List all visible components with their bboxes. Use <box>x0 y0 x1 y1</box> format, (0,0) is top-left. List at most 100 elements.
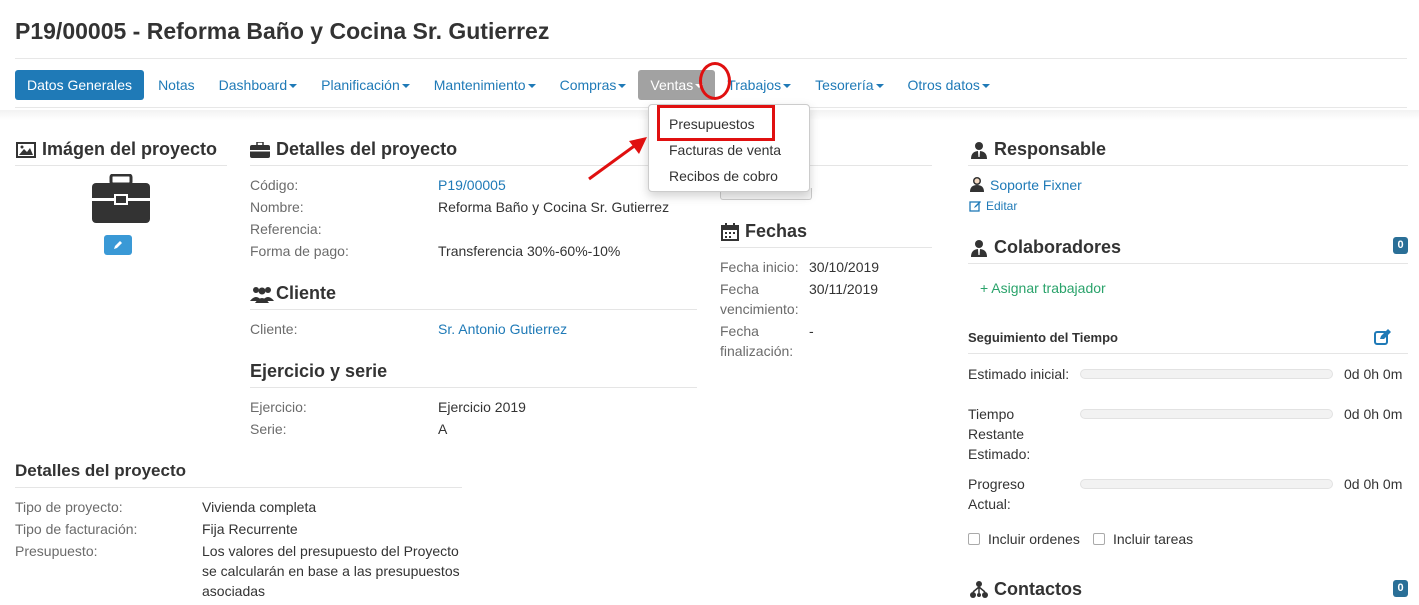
section-heading-fechas: Fechas <box>721 221 807 242</box>
fecha-finalizacion-label: finalización: <box>720 343 794 359</box>
fecha-inicio-value: 30/10/2019 <box>809 259 880 275</box>
restante-value: 0d 0h 0m <box>1344 406 1403 422</box>
nombre-label: Nombre: <box>250 199 304 215</box>
serie-label: Serie: <box>250 421 287 437</box>
tab-label: Notas <box>158 77 195 93</box>
divider <box>250 387 697 388</box>
divider <box>15 58 1407 59</box>
arrow-annotation-icon <box>588 137 647 181</box>
tab-compras[interactable]: Compras <box>548 70 639 100</box>
colaboradores-count-badge: 0 <box>1393 237 1408 254</box>
restante-bar <box>1080 409 1333 419</box>
fecha-vencimiento-value: 30/11/2019 <box>809 281 879 297</box>
progreso-label: Progreso <box>968 476 1025 492</box>
tab-label: Trabajos <box>727 77 782 93</box>
section-heading-detalles-2: Detalles del proyecto <box>15 461 186 481</box>
highlight-circle <box>699 62 731 100</box>
seguimiento-heading: Seguimiento del Tiempo <box>968 330 1119 345</box>
incluir-tareas-checkbox[interactable] <box>1093 533 1105 545</box>
calendar-icon <box>721 222 739 241</box>
responsable-link[interactable]: Soporte Fixner <box>990 177 1082 193</box>
user-tie-icon <box>971 141 987 159</box>
tab-label: Planificación <box>321 77 400 93</box>
cliente-link[interactable]: Sr. Antonio Gutierrez <box>438 321 567 337</box>
tab-label: Datos Generales <box>27 77 133 93</box>
estimado-label: Estimado inicial: <box>968 366 1070 382</box>
restante-label: Restante <box>968 426 1025 442</box>
section-title: Responsable <box>994 139 1107 159</box>
referencia-label: Referencia: <box>250 221 322 237</box>
edit-icon <box>969 201 981 212</box>
divider <box>968 263 1408 264</box>
codigo-link[interactable]: P19/00005 <box>438 177 506 193</box>
edit-icon[interactable] <box>1373 328 1393 346</box>
tipo-proyecto-value: Vivienda completa <box>202 499 317 515</box>
project-nav: Datos Generales Notas Dashboard Planific… <box>15 70 1002 100</box>
highlight-box <box>657 105 775 141</box>
section-heading-contactos: Contactos <box>970 579 1082 600</box>
fecha-vencimiento-label: Fecha <box>720 281 759 297</box>
assign-worker-link[interactable]: + Asignar trabajador <box>980 280 1106 296</box>
caret-down-icon <box>783 84 792 89</box>
caret-down-icon <box>401 84 410 89</box>
restante-label: Estimado: <box>968 446 1031 462</box>
contactos-count-badge: 0 <box>1393 580 1408 597</box>
fecha-finalizacion-label: Fecha <box>720 323 759 339</box>
section-title: Cliente <box>276 283 337 303</box>
tab-tesoreria[interactable]: Tesorería <box>803 70 895 100</box>
section-heading-ejercicio: Ejercicio y serie <box>250 361 387 382</box>
pencil-icon <box>114 241 122 249</box>
tab-label: Ventas <box>650 77 694 93</box>
presupuesto-text: se calcularán en base a las presupuestos <box>202 563 460 579</box>
fecha-finalizacion-value: - <box>809 323 814 339</box>
section-heading-responsable: Responsable <box>970 139 1106 160</box>
tab-datos-generales[interactable]: Datos Generales <box>15 70 145 100</box>
incluir-ordenes-checkbox[interactable] <box>968 533 980 545</box>
caret-down-icon <box>875 84 884 89</box>
codigo-label: Código: <box>250 177 299 193</box>
sitemap-icon <box>970 580 988 598</box>
estimado-value: 0d 0h 0m <box>1344 366 1403 382</box>
section-heading-colaboradores: Colaboradores <box>970 237 1121 258</box>
tab-planificacion[interactable]: Planificación <box>309 70 422 100</box>
caret-down-icon <box>527 84 536 89</box>
tab-otros-datos[interactable]: Otros datos <box>896 70 1002 100</box>
edit-image-button[interactable] <box>104 235 132 255</box>
progreso-bar <box>1080 479 1333 489</box>
briefcase-icon <box>92 174 150 223</box>
menu-item-recibos-cobro[interactable]: Recibos de cobro <box>669 168 778 184</box>
divider <box>968 353 1408 354</box>
section-heading-imagen: Imágen del proyecto <box>16 139 217 160</box>
menu-item-facturas-venta[interactable]: Facturas de venta <box>669 142 781 158</box>
section-title: Ejercicio y serie <box>250 361 388 381</box>
section-title: Colaboradores <box>994 237 1122 257</box>
caret-down-icon <box>289 84 298 89</box>
section-title: Contactos <box>994 579 1083 599</box>
edit-label: Editar <box>986 199 1018 213</box>
divider <box>968 165 1408 166</box>
presupuesto-text: asociadas <box>202 583 266 599</box>
users-icon <box>250 286 274 303</box>
user-tie-icon <box>971 239 987 257</box>
section-title: Fechas <box>745 221 808 241</box>
tab-notas[interactable]: Notas <box>146 70 207 100</box>
section-title: Imágen del proyecto <box>42 139 218 159</box>
progreso-value: 0d 0h 0m <box>1344 476 1403 492</box>
pago-value: Transferencia 30%-60%-10% <box>438 243 621 259</box>
edit-responsable-link[interactable]: Editar <box>969 199 1017 213</box>
serie-value: A <box>438 421 448 437</box>
restante-label: Tiempo <box>968 406 1015 422</box>
section-title: Detalles del proyecto <box>15 461 187 480</box>
fecha-vencimiento-label: vencimiento: <box>720 301 799 317</box>
divider <box>720 247 932 248</box>
section-heading-cliente: Cliente <box>250 283 336 304</box>
tab-dashboard[interactable]: Dashboard <box>207 70 310 100</box>
cliente-label: Cliente: <box>250 321 298 337</box>
caret-down-icon <box>981 84 990 89</box>
briefcase-icon <box>250 141 270 158</box>
nombre-value: Reforma Baño y Cocina Sr. Gutierrez <box>438 199 670 215</box>
section-title: Detalles del proyecto <box>276 139 458 159</box>
incluir-tareas-label: Incluir tareas <box>1113 531 1194 547</box>
fecha-inicio-label: Fecha inicio: <box>720 259 799 275</box>
tab-mantenimiento[interactable]: Mantenimiento <box>422 70 548 100</box>
